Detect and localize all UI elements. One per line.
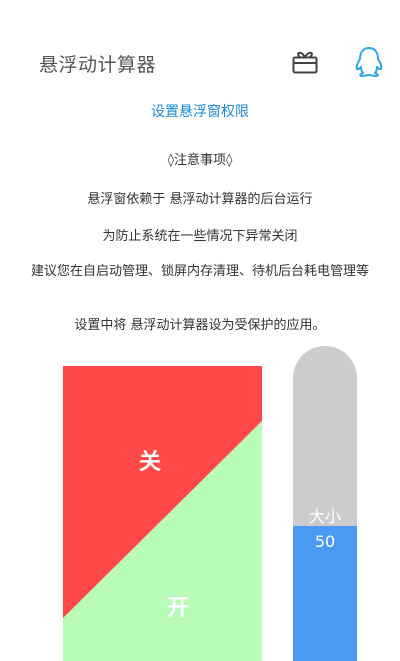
notes-line: 设置中将 悬浮动计算器设为受保护的应用。 (74, 318, 326, 333)
size-slider-label: 大小 (308, 507, 341, 526)
set-overlay-permission-link[interactable]: 设置悬浮窗权限 (0, 101, 400, 121)
size-slider-value: 50 (314, 532, 336, 551)
notes-line: 为防止系统在一些情况下异常关闭 (102, 229, 298, 244)
qq-penguin-icon[interactable] (352, 45, 386, 79)
notes-line: 悬浮窗依赖于 悬浮动计算器的后台运行 (87, 192, 313, 207)
size-slider[interactable]: 大小 50 (293, 346, 357, 661)
notes-line: 建议您在自启动管理、锁屏内存清理、待机后台耗电管理等 (30, 264, 369, 279)
toggle-off-label: 关 (138, 450, 161, 475)
notes-title: ◊注意事项◊ (167, 153, 233, 168)
gift-icon[interactable] (291, 49, 319, 75)
float-window-toggle[interactable]: 关 开 (63, 366, 262, 661)
toggle-on-label: 开 (166, 596, 189, 621)
app-title: 悬浮动计算器 (39, 54, 157, 76)
